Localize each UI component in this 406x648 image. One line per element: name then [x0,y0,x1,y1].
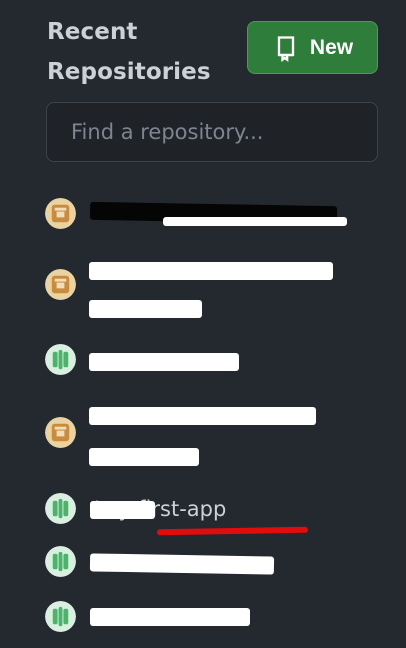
repository-item[interactable] [45,248,385,330]
redaction-mark [163,217,347,226]
public-repo-avatar-icon [45,546,76,577]
recent-repositories-heading: Recent Repositories [47,12,237,92]
redaction-mark [90,501,155,519]
redaction-mark [89,300,202,318]
repository-search-input[interactable] [47,103,377,161]
public-repo-avatar-icon [45,493,76,524]
repository-item[interactable] [45,340,385,380]
repository-search[interactable] [46,102,378,162]
repository-item[interactable] [45,543,385,581]
new-repository-button[interactable]: New [247,21,378,74]
recent-repositories-heading-line2: Repositories [47,59,211,85]
annotation-underline [156,526,309,536]
new-repository-label: New [309,35,354,59]
private-repo-avatar-icon [45,269,76,300]
redaction-mark [89,407,316,425]
repository-item[interactable] [45,598,385,638]
redaction-mark [89,262,333,280]
public-repo-avatar-icon [45,601,76,632]
recent-repositories-panel: Recent Repositories New Find a repositor… [0,0,406,648]
redaction-mark [90,608,250,626]
repository-item[interactable] [45,192,385,240]
repository-item[interactable]: /my-first-app [45,488,385,530]
redaction-mark [89,553,275,575]
redaction-mark [89,448,199,466]
repository-item[interactable] [45,395,385,477]
private-repo-avatar-icon [45,198,76,229]
redaction-mark [89,353,239,371]
repo-icon [272,34,300,62]
private-repo-avatar-icon [45,417,76,448]
recent-repositories-heading-line1: Recent [47,19,138,45]
public-repo-avatar-icon [45,344,76,375]
